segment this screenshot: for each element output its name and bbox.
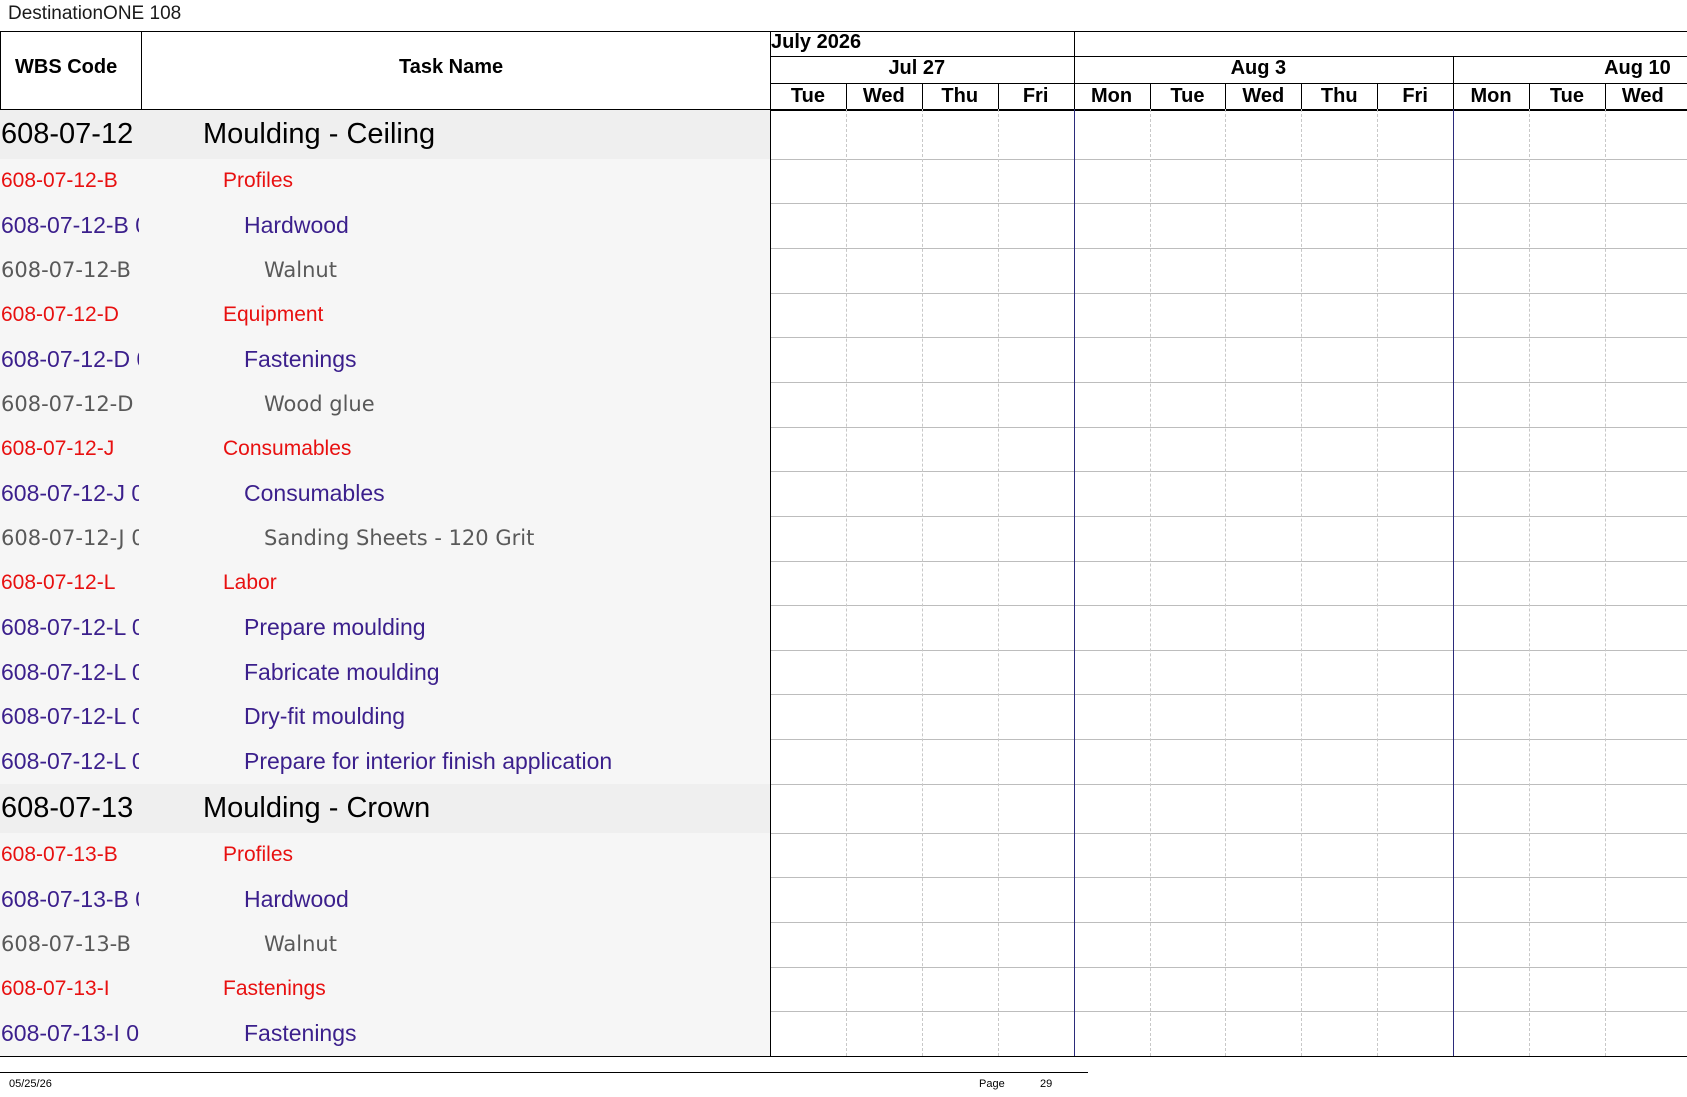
task-name-cell[interactable]: Consumables: [223, 427, 766, 471]
day-header-divider: [1453, 83, 1455, 109]
wbs-code-cell[interactable]: 608-07-13-B 01: [1, 877, 139, 922]
day-label: Thu: [941, 85, 979, 107]
task-name-cell[interactable]: Hardwood: [244, 877, 766, 922]
task-name-cell[interactable]: Fastenings: [223, 967, 766, 1011]
grid-bottom-border: [0, 1056, 1687, 1057]
task-name-cell[interactable]: Equipment: [223, 293, 766, 337]
day-header-divider: [1301, 83, 1303, 109]
week-row-border: [770, 83, 1687, 84]
day-label: Mon: [1470, 85, 1512, 107]
day-label: Tue: [1549, 85, 1584, 107]
day-grid-line: [1301, 109, 1303, 1056]
day-grid-line: [1529, 109, 1530, 1056]
wbs-code-cell[interactable]: 608-07-12-B 01: [1, 203, 139, 248]
wbs-code-cell[interactable]: 608-07-12: [1, 110, 139, 159]
day-label: Tue: [790, 85, 825, 107]
day-label: Mon: [1090, 85, 1133, 107]
task-name-cell[interactable]: Fastenings: [244, 1011, 766, 1056]
day-grid-line: [1604, 109, 1606, 1056]
task-name-cell[interactable]: Prepare moulding: [244, 605, 766, 650]
day-header-divider: [845, 83, 847, 109]
print-date: 05/25/26: [9, 1078, 52, 1090]
task-name-cell[interactable]: Wood glue: [264, 382, 766, 427]
day-grid-line: [1149, 109, 1151, 1056]
wbs-code-cell[interactable]: 608-07-13-B 01 01: [1, 922, 139, 967]
day-grid-line: [1377, 109, 1379, 1056]
month-boundary: [1073, 31, 1075, 56]
page-label: Page: [979, 1078, 1005, 1090]
page-number: 29: [1040, 1078, 1053, 1090]
task-column-header[interactable]: Task Name: [399, 56, 503, 79]
wbs-code-cell[interactable]: 608-07-12-L 02: [1, 650, 139, 694]
day-grid-line: [997, 109, 999, 1056]
wbs-column-header[interactable]: WBS Code: [15, 56, 117, 79]
day-header-divider: [1225, 83, 1227, 109]
task-name-cell[interactable]: Labor: [223, 561, 766, 605]
day-header-divider: [1073, 83, 1075, 109]
week-label: Aug 3: [1230, 57, 1287, 79]
week-divider-line: [1073, 109, 1075, 1056]
day-header-divider: [1529, 83, 1530, 109]
task-name-cell[interactable]: Fabricate moulding: [244, 650, 766, 694]
day-label: Wed: [862, 85, 905, 107]
day-grid-line: [921, 109, 923, 1056]
wbs-code-cell[interactable]: 608-07-12-D 01 01: [1, 382, 139, 427]
day-label: Thu: [1320, 85, 1358, 107]
task-name-cell[interactable]: Sanding Sheets - 120 Grit: [264, 516, 766, 561]
task-name-cell[interactable]: Fastenings: [244, 337, 766, 382]
week-label: Aug 10: [1604, 57, 1671, 79]
gantt-sheet: WBS Code Task Name July 2026 Tue Wed Thu Fr…: [0, 31, 1687, 1057]
week-header-divider: [1453, 56, 1455, 83]
wbs-code-cell[interactable]: 608-07-12-L 04: [1, 739, 139, 784]
task-name-cell[interactable]: Moulding - Ceiling: [203, 110, 766, 159]
header-top-border: [0, 31, 1687, 32]
week-header-divider: [1073, 56, 1075, 83]
task-name-cell[interactable]: Dry-fit moulding: [244, 694, 766, 739]
day-header-divider: [1377, 83, 1379, 109]
wbs-code-cell[interactable]: 608-07-12-D: [1, 293, 139, 337]
day-header-divider: [1604, 83, 1606, 109]
month-label: July 2026: [771, 31, 862, 53]
day-label: Wed: [1621, 85, 1664, 107]
wbs-code-cell[interactable]: 608-07-13: [1, 784, 139, 833]
task-name-cell[interactable]: Prepare for interior finish application: [244, 739, 766, 784]
wbs-code-cell[interactable]: 608-07-12-L: [1, 561, 139, 605]
wbs-code-cell[interactable]: 608-07-12-B 01 01: [1, 248, 139, 293]
wbs-code-cell[interactable]: 608-07-12-J 01: [1, 471, 139, 516]
wbs-code-cell[interactable]: 608-07-12-L 01: [1, 605, 139, 650]
week-label: Jul 27: [888, 57, 946, 79]
day-grid-line: [845, 109, 847, 1056]
wbs-code-cell[interactable]: 608-07-12-J 01 01: [1, 516, 139, 561]
day-header-divider: [921, 83, 923, 109]
month-row-border: [770, 56, 1687, 57]
task-name-cell[interactable]: Profiles: [223, 833, 766, 877]
project-title: DestinationONE 108: [8, 3, 182, 24]
day-label: Wed: [1242, 85, 1285, 107]
wbs-code-cell[interactable]: 608-07-12-J: [1, 427, 139, 471]
task-name-cell[interactable]: Consumables: [244, 471, 766, 516]
wbs-code-cell[interactable]: 608-07-12-D 01: [1, 337, 139, 382]
task-name-cell[interactable]: Profiles: [223, 159, 766, 203]
task-name-cell[interactable]: Moulding - Crown: [203, 784, 766, 833]
wbs-code-cell[interactable]: 608-07-12-L 03: [1, 694, 139, 739]
day-header-divider: [997, 83, 999, 109]
wbs-code-cell[interactable]: 608-07-13-I 01: [1, 1011, 139, 1056]
day-label: Fri: [1022, 85, 1049, 107]
wbs-code-cell[interactable]: 608-07-13-B: [1, 833, 139, 877]
day-header-divider: [1149, 83, 1151, 109]
task-name-cell[interactable]: Hardwood: [244, 203, 766, 248]
day-label: Tue: [1170, 85, 1205, 107]
wbs-code-cell[interactable]: 608-07-13-I: [1, 967, 139, 1011]
task-name-cell[interactable]: Walnut: [264, 922, 766, 967]
footer-divider: [0, 1072, 1088, 1073]
week-divider-line: [1453, 109, 1455, 1056]
day-grid-line: [1225, 109, 1227, 1056]
day-label: Fri: [1402, 85, 1428, 107]
task-name-cell[interactable]: Walnut: [264, 248, 766, 293]
wbs-code-cell[interactable]: 608-07-12-B: [1, 159, 139, 203]
task-column-divider: [770, 31, 771, 1056]
